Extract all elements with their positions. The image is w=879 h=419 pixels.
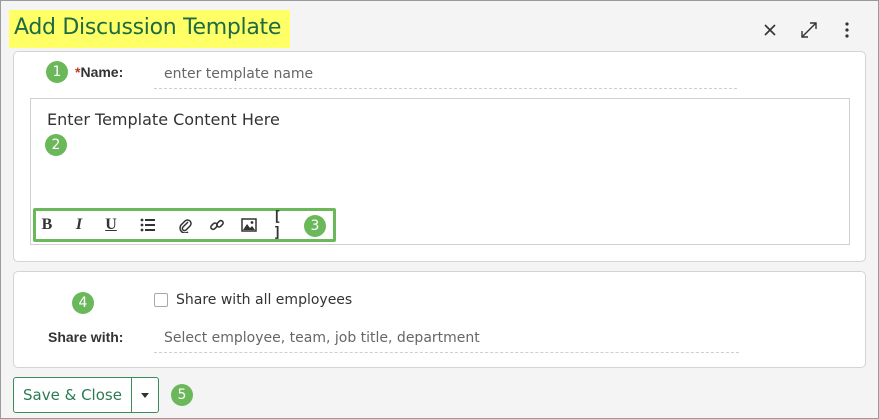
step-badge-2: 2	[45, 134, 67, 156]
caret-down-icon	[141, 392, 149, 398]
share-with-input[interactable]	[154, 323, 739, 353]
brackets-icon: [ ]	[273, 209, 282, 241]
more-options-icon[interactable]	[836, 19, 858, 41]
save-button-group: Save & Close	[13, 377, 159, 413]
share-all-checkbox[interactable]	[154, 293, 168, 307]
bold-icon: B	[41, 216, 53, 233]
name-label-text: Name:	[80, 64, 124, 80]
save-options-dropdown[interactable]	[132, 378, 158, 412]
italic-button[interactable]: I	[67, 214, 91, 236]
merge-field-button[interactable]: [ ]	[273, 209, 297, 241]
close-icon[interactable]	[759, 19, 781, 41]
attachment-button[interactable]	[173, 214, 197, 236]
share-with-label: Share with:	[48, 329, 124, 345]
link-icon	[210, 219, 224, 231]
underline-button[interactable]: U	[99, 214, 123, 236]
bullet-list-button[interactable]	[136, 214, 160, 236]
dialog-window: Add Discussion Template 1 *Name: Enter T…	[0, 0, 879, 419]
link-button[interactable]	[205, 214, 229, 236]
name-label: *Name:	[75, 64, 123, 80]
step-badge-4: 4	[72, 292, 94, 314]
step-badge-1: 1	[46, 61, 68, 83]
bold-button[interactable]: B	[35, 214, 59, 236]
editor-placeholder: Enter Template Content Here	[47, 110, 280, 129]
italic-icon: I	[75, 216, 83, 233]
bullet-list-icon	[140, 218, 155, 232]
paperclip-icon	[179, 219, 192, 233]
step-badge-5: 5	[171, 384, 193, 406]
image-button[interactable]	[237, 214, 261, 236]
save-close-button[interactable]: Save & Close	[14, 378, 132, 412]
dialog-title: Add Discussion Template	[14, 15, 282, 40]
sharing-panel	[13, 271, 866, 368]
image-icon	[241, 218, 257, 232]
template-name-input[interactable]	[154, 59, 737, 89]
step-badge-3: 3	[304, 215, 326, 237]
share-all-label[interactable]: Share with all employees	[176, 292, 352, 308]
underline-icon: U	[105, 216, 117, 233]
expand-icon[interactable]	[798, 19, 820, 41]
